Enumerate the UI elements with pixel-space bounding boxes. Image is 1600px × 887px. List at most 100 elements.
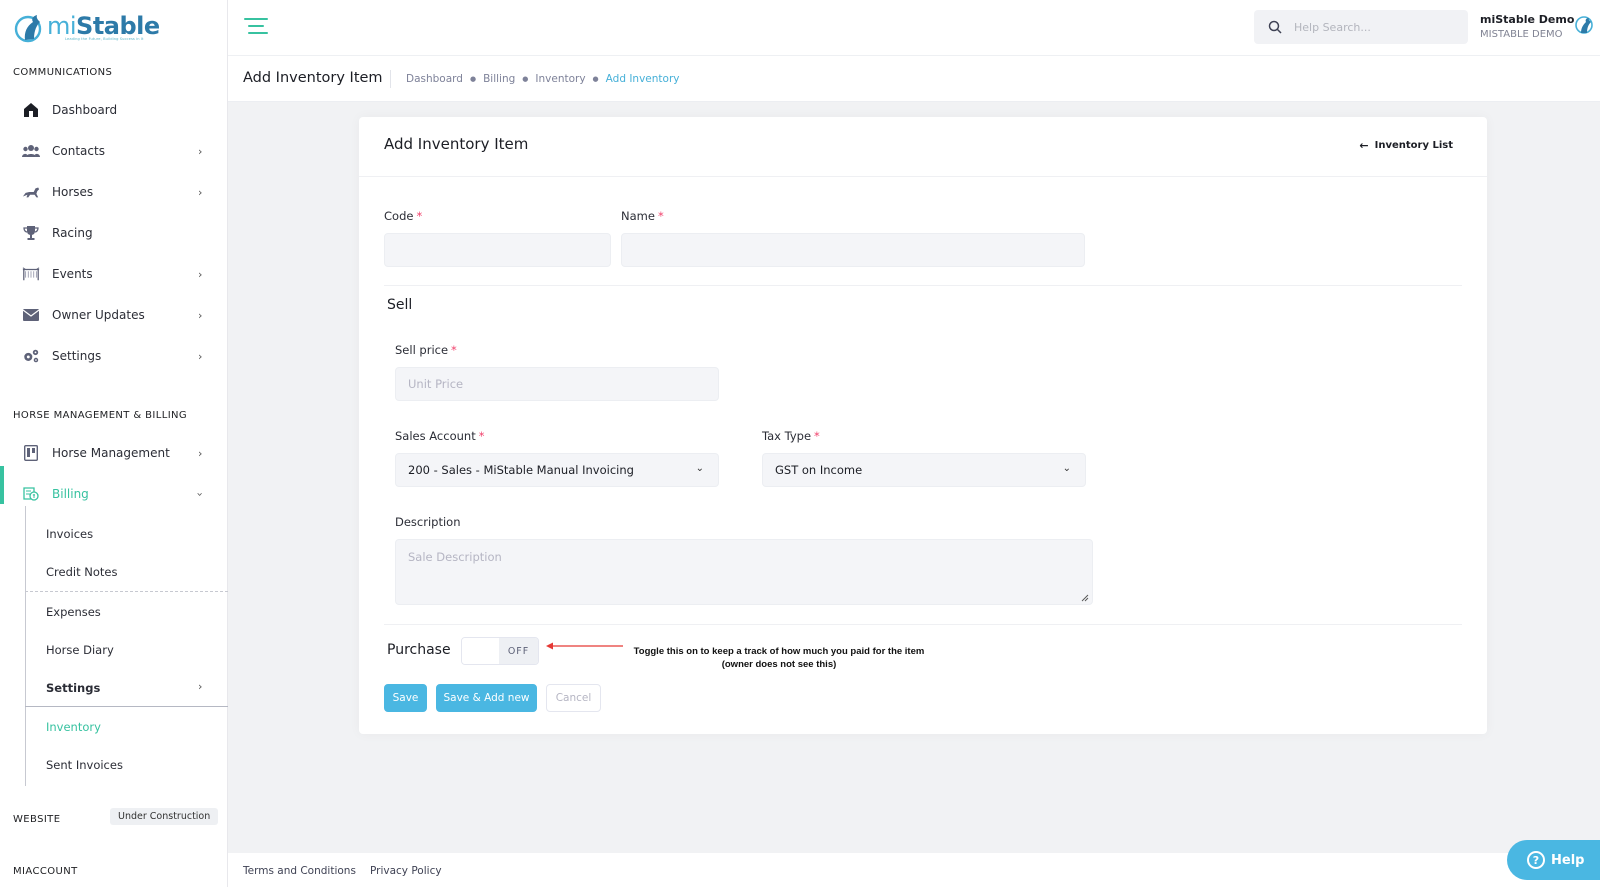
purchase-toggle[interactable]: OFF [461,637,539,665]
footer: Terms and Conditions Privacy Policy [228,853,1600,887]
purchase-heading: Purchase [387,642,451,658]
breadcrumb-inventory[interactable]: Inventory [535,73,585,85]
sidebar-item-settings[interactable]: Settings › [0,337,228,375]
submenu-item-settings[interactable]: Settings [46,678,100,698]
tax-type-select[interactable]: GST on Income ⌄ [762,453,1086,487]
submenu-divider [25,706,228,707]
section-title-communications: COMMUNICATIONS [13,67,113,78]
chevron-down-icon: ⌄ [1062,463,1071,474]
tax-type-label: Tax Type * [762,429,820,443]
help-button[interactable]: ? Help [1507,840,1600,880]
sales-account-label: Sales Account * [395,429,485,443]
sidebar-item-horse-management[interactable]: Horse Management › [0,434,228,472]
clipboard-icon [22,444,40,462]
submenu-tree-line [25,506,26,786]
avatar[interactable] [1572,14,1596,38]
save-button[interactable]: Save [384,684,427,712]
breadcrumb-separator: ● [592,75,599,83]
sidebar-item-label: Dashboard [52,103,118,117]
chevron-right-icon: › [198,144,203,158]
submenu-item-sent-invoices[interactable]: Sent Invoices [46,755,123,775]
code-input[interactable] [384,233,611,267]
sell-price-input[interactable] [395,367,719,401]
cancel-button[interactable]: Cancel [546,684,601,712]
terms-link[interactable]: Terms and Conditions [243,865,356,877]
code-label: Code * [384,209,423,223]
sidebar-item-label: Contacts [52,144,105,158]
chevron-right-icon: › [198,446,203,460]
submenu-item-horse-diary[interactable]: Horse Diary [46,640,114,660]
inventory-list-label: Inventory List [1374,140,1453,151]
description-label: Description [395,515,461,529]
submenu-item-inventory[interactable]: Inventory [46,717,101,737]
section-title-miaccount: MIACCOUNT [13,866,78,877]
help-search-input[interactable] [1294,18,1462,36]
chevron-down-icon: ⌄ [695,463,704,474]
breadcrumb: Dashboard ● Billing ● Inventory ● Add In… [406,73,679,85]
inventory-form-card: Add Inventory Item ← Inventory List Code… [359,117,1487,734]
description-textarea[interactable] [395,539,1093,605]
help-label: Help [1551,852,1585,868]
question-icon: ? [1527,851,1545,869]
horse-head-logo-icon [14,15,42,43]
sales-account-value: 200 - Sales - MiStable Manual Invoicing [408,463,634,477]
sidebar-item-horses[interactable]: Horses › [0,173,228,211]
envelope-icon [22,306,40,324]
sell-price-label: Sell price * [395,343,457,357]
sidebar-item-label: Events [52,267,93,281]
sidebar: miStable Leading the Future, Building Su… [0,0,228,887]
arrow-left-icon: ← [1359,139,1369,152]
trophy-icon [22,224,40,242]
sidebar-item-label: Horses [52,185,94,199]
submenu-item-credit-notes[interactable]: Credit Notes [46,562,117,582]
sidebar-item-label: Racing [52,226,93,240]
section-divider [384,285,1462,286]
users-icon [22,142,40,160]
chevron-right-icon: › [198,267,203,281]
sales-account-select[interactable]: 200 - Sales - MiStable Manual Invoicing … [395,453,719,487]
sidebar-item-contacts[interactable]: Contacts › [0,132,228,170]
gears-icon [22,347,40,365]
events-icon [22,265,40,283]
breadcrumb-billing[interactable]: Billing [483,73,515,85]
header-separator [390,70,391,88]
sidebar-item-billing[interactable]: Billing › [0,475,228,513]
save-add-new-button[interactable]: Save & Add new [436,684,537,712]
search-box [1254,10,1468,44]
inventory-list-link[interactable]: ← Inventory List [1359,139,1453,152]
toggle-state-label: OFF [499,638,538,664]
user-organization: MISTABLE DEMO [1480,29,1563,40]
logo[interactable]: miStable Leading the Future, Building Su… [13,12,160,44]
under-construction-badge: Under Construction [110,808,219,825]
sell-heading: Sell [387,297,413,313]
submenu-item-expenses[interactable]: Expenses [46,602,101,622]
page-header: Add Inventory Item Dashboard ● Billing ●… [228,56,1600,102]
toggle-handle [462,638,500,664]
chevron-down-icon: › [193,491,207,497]
tax-type-value: GST on Income [775,463,863,477]
submenu-divider [25,591,228,592]
user-name[interactable]: miStable Demo [1480,13,1574,26]
sidebar-item-events[interactable]: Events › [0,255,228,293]
breadcrumb-separator: ● [522,75,529,83]
sidebar-item-label: Settings [52,349,102,363]
page-title: Add Inventory Item [243,70,383,86]
resize-grip-icon[interactable] [1081,594,1089,602]
sidebar-item-dashboard[interactable]: Dashboard [0,91,228,129]
privacy-link[interactable]: Privacy Policy [370,865,442,877]
breadcrumb-current: Add Inventory [605,73,680,85]
chevron-right-icon: › [198,185,203,199]
sidebar-item-racing[interactable]: Racing [0,214,228,252]
section-title-website: WEBSITE [13,814,61,825]
breadcrumb-dashboard[interactable]: Dashboard [406,73,463,85]
logo-wordmark: miStable [47,11,160,40]
submenu-item-invoices[interactable]: Invoices [46,524,93,544]
sidebar-item-label: Billing [52,487,89,501]
menu-toggle-icon[interactable] [244,18,268,36]
section-title-horse-management-billing: HORSE MANAGEMENT & BILLING [13,410,188,421]
sidebar-item-owner-updates[interactable]: Owner Updates › [0,296,228,334]
name-input[interactable] [621,233,1085,267]
sidebar-item-label: Owner Updates [52,308,145,322]
purchase-annotation: Toggle this on to keep a track of how mu… [633,646,925,670]
horse-icon [22,183,40,201]
